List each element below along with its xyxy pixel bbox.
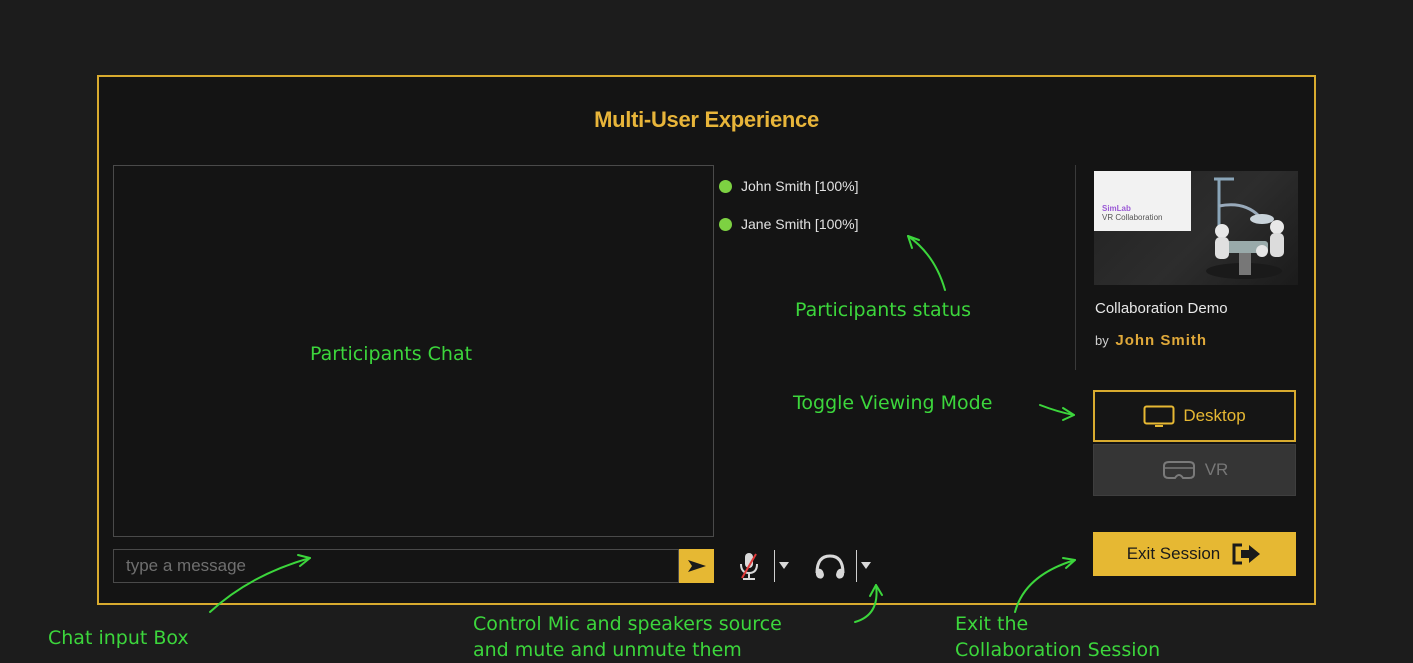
online-status-icon xyxy=(719,217,732,231)
project-thumbnail: SimLab VR Collaboration xyxy=(1094,171,1298,285)
annotation-chat-input-box: Chat input Box xyxy=(48,627,189,649)
annotation-toggle-viewing-mode: Toggle Viewing Mode xyxy=(793,392,993,414)
mic-toggle-button[interactable] xyxy=(736,551,762,581)
dialog-title: Multi-User Experience xyxy=(594,107,819,132)
multi-user-dialog: Multi-User Experience John Smith [100%] … xyxy=(97,75,1316,605)
speaker-toggle-button[interactable] xyxy=(812,552,848,582)
caret-down-icon xyxy=(861,562,871,569)
participant-name: Jane Smith [100%] xyxy=(741,216,859,232)
caret-down-icon xyxy=(779,562,789,569)
exit-session-label: Exit Session xyxy=(1126,544,1221,563)
headphones-icon xyxy=(815,554,845,579)
author-name: John Smith xyxy=(1115,332,1208,349)
chat-input[interactable] xyxy=(113,549,679,583)
annotation-control-mic-line2: and mute and unmute them xyxy=(473,639,742,661)
online-status-icon xyxy=(719,179,732,193)
participant-item: Jane Smith [100%] xyxy=(719,213,859,235)
annotation-participants-status: Participants status xyxy=(795,299,972,321)
participant-name: John Smith [100%] xyxy=(741,178,859,194)
annotation-exit-line1: Exit the xyxy=(955,613,1029,635)
exit-door-arrow-icon xyxy=(1232,543,1261,565)
annotation-participants-chat: Participants Chat xyxy=(310,343,473,365)
exit-session-button[interactable]: Exit Session xyxy=(1093,532,1296,576)
divider xyxy=(1075,165,1076,370)
project-name: Collaboration Demo xyxy=(1095,300,1228,317)
mic-source-dropdown[interactable] xyxy=(778,559,790,573)
scene-illustration xyxy=(1206,177,1284,279)
desktop-mode-button[interactable]: Desktop xyxy=(1093,390,1296,442)
desktop-mode-label: Desktop xyxy=(1183,406,1246,425)
project-author: by John Smith xyxy=(1095,332,1207,349)
microphone-muted-icon xyxy=(740,553,758,580)
send-button[interactable] xyxy=(679,549,714,583)
participant-item: John Smith [100%] xyxy=(719,175,859,197)
vr-headset-icon xyxy=(1162,461,1195,479)
vr-mode-label: VR xyxy=(1204,460,1229,479)
annotation-control-mic-line1: Control Mic and speakers source xyxy=(473,613,782,635)
separator xyxy=(774,550,775,582)
separator xyxy=(856,550,857,582)
speaker-source-dropdown[interactable] xyxy=(860,559,872,573)
send-arrow-icon xyxy=(687,560,706,572)
annotation-exit-line2: Collaboration Session xyxy=(955,639,1161,661)
vr-mode-button[interactable]: VR xyxy=(1093,444,1296,496)
monitor-icon xyxy=(1143,405,1175,427)
participant-list: John Smith [100%] Jane Smith [100%] xyxy=(719,175,859,251)
by-label: by xyxy=(1095,333,1109,348)
